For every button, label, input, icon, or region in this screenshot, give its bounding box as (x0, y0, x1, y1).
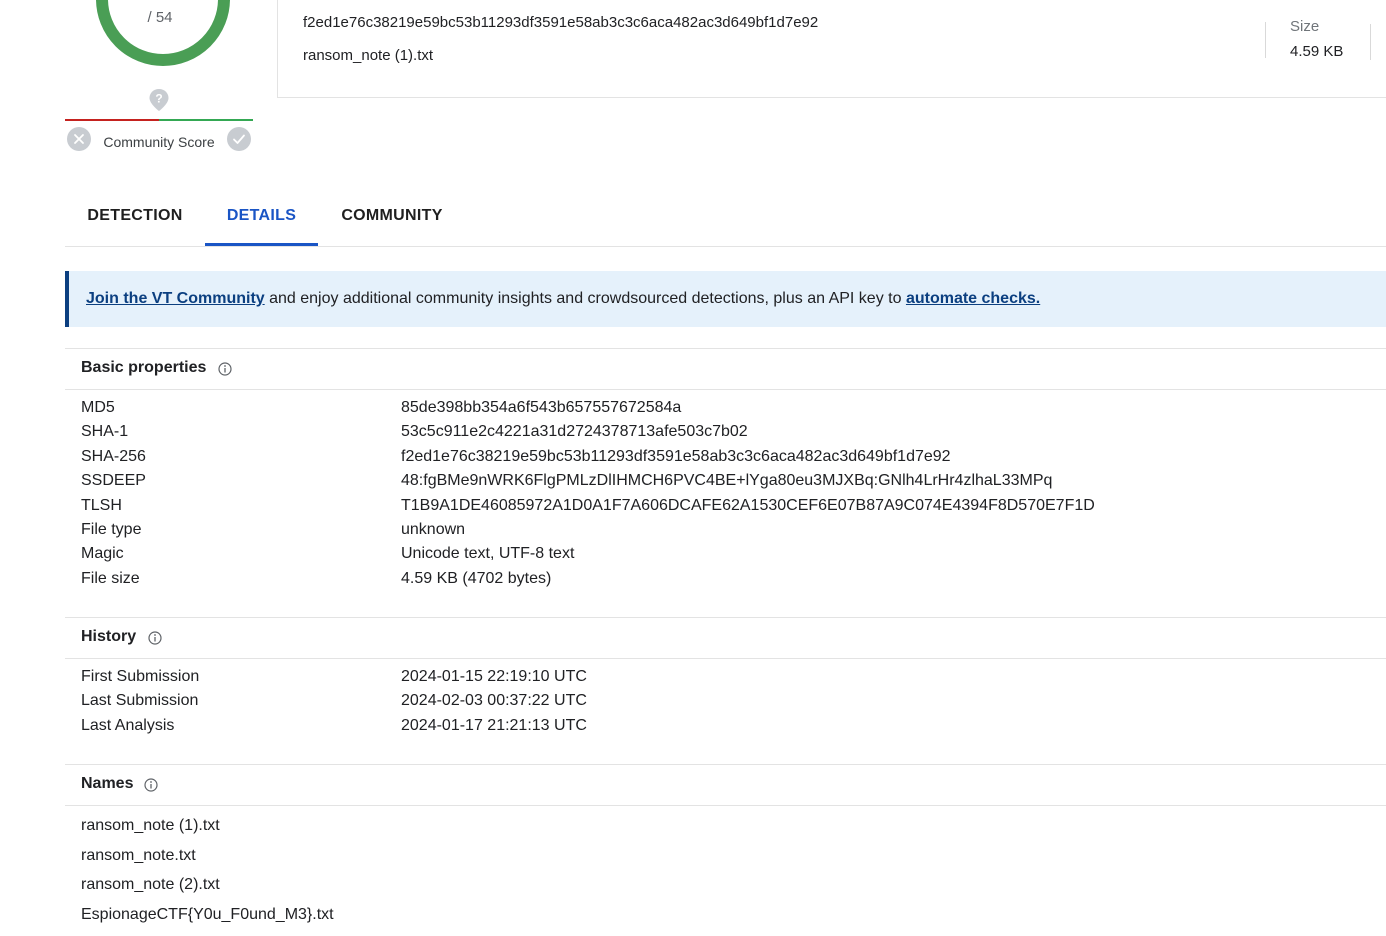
names-header: Names (65, 764, 1386, 806)
divider (1370, 24, 1371, 60)
score-total: / 54 (147, 9, 173, 26)
property-value: f2ed1e76c38219e59bc53b11293df3591e58ab3c… (401, 448, 951, 465)
community-banner: Join the VT Community and enjoy addition… (65, 271, 1386, 327)
history-value: 2024-01-17 21:21:13 UTC (401, 717, 587, 734)
history-key: Last Analysis (81, 717, 175, 734)
property-value: 85de398bb354a6f543b657557672584a (401, 399, 682, 416)
property-value: Unicode text, UTF-8 text (401, 545, 575, 562)
vote-harmful-button[interactable] (67, 127, 91, 151)
size-label: Size (1290, 18, 1320, 35)
automate-checks-link[interactable]: automate checks. (906, 290, 1040, 307)
property-value: T1B9A1DE46085972A1D0A1F7A606DCAFE62A1530… (401, 497, 1095, 514)
property-key: SHA-256 (81, 448, 146, 465)
tab-bar: DETECTION DETAILS COMMUNITY (65, 186, 1386, 247)
property-key: Magic (81, 545, 124, 562)
property-key: MD5 (81, 399, 115, 416)
section-title: Basic properties (81, 359, 207, 376)
divider (1265, 22, 1266, 58)
tab-detection[interactable]: DETECTION (77, 186, 193, 245)
property-key: File type (81, 521, 142, 538)
check-icon (233, 134, 245, 144)
file-name-entry: EspionageCTF{Y0u_F0und_M3}.txt (81, 906, 334, 923)
file-name-entry: ransom_note (1).txt (81, 817, 220, 834)
property-key: SHA-1 (81, 423, 129, 440)
file-name-entry: ransom_note (2).txt (81, 876, 220, 893)
property-key: SSDEEP (81, 472, 146, 489)
property-value: 4.59 KB (4702 bytes) (401, 570, 552, 587)
basic-properties-header: Basic properties (65, 348, 1386, 390)
question-pin-icon: ? (149, 89, 169, 111)
history-header: History (65, 617, 1386, 659)
history-value: 2024-02-03 00:37:22 UTC (401, 692, 587, 709)
info-icon[interactable] (218, 362, 232, 376)
property-key: TLSH (81, 497, 122, 514)
banner-text: and enjoy additional community insights … (264, 290, 906, 307)
page: / 54 ? Community Score f2ed1e76c38219e59… (0, 0, 1386, 936)
property-value: 53c5c911e2c4221a31d2724378713afe503c7b02 (401, 423, 748, 440)
community-score-bar-negative (65, 119, 159, 121)
info-icon[interactable] (144, 778, 158, 792)
property-value: unknown (401, 521, 466, 538)
x-icon (74, 134, 84, 144)
file-name-entry: ransom_note.txt (81, 847, 196, 864)
history-key: First Submission (81, 668, 200, 685)
tab-community[interactable]: COMMUNITY (331, 186, 453, 245)
history-value: 2024-01-15 22:19:10 UTC (401, 668, 587, 685)
community-score-bar-positive (159, 119, 253, 121)
size-value: 4.59 KB (1290, 43, 1344, 60)
section-title: Names (81, 775, 134, 792)
history-key: Last Submission (81, 692, 199, 709)
file-name: ransom_note (1).txt (303, 47, 434, 64)
property-value: 48:fgBMe9nWRK6FlgPMLzDlIHMCH6PVC4BE+lYga… (401, 472, 1053, 489)
property-key: File size (81, 570, 140, 587)
info-icon[interactable] (148, 631, 162, 645)
section-title: History (81, 628, 137, 645)
file-hash: f2ed1e76c38219e59bc53b11293df3591e58ab3c… (303, 14, 819, 31)
community-score-label: Community Score (103, 134, 215, 150)
tab-details[interactable]: DETAILS (205, 186, 318, 246)
svg-text:?: ? (155, 92, 162, 106)
vote-harmless-button[interactable] (227, 127, 251, 151)
join-community-link[interactable]: Join the VT Community (86, 290, 265, 307)
